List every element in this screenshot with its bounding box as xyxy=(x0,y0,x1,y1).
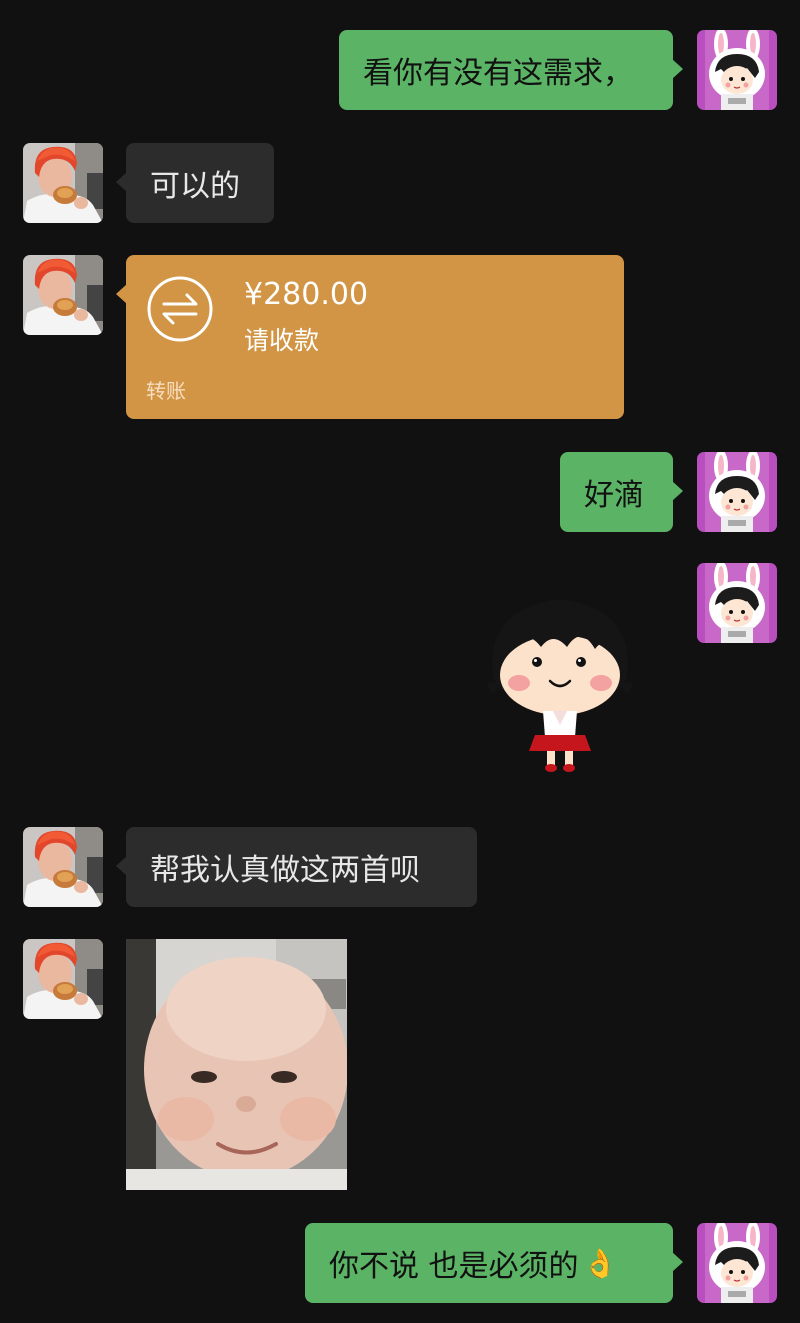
message-text: 好滴 xyxy=(584,478,644,513)
baby-face-image[interactable] xyxy=(126,939,347,1190)
maruko-girl-sticker[interactable] xyxy=(483,585,637,775)
contact-avatar[interactable] xyxy=(23,827,103,907)
message-bubble-incoming[interactable]: 可以的 xyxy=(116,143,274,223)
message-bubble-outgoing[interactable]: 好滴 xyxy=(560,452,683,532)
my-avatar[interactable] xyxy=(697,563,777,643)
contact-avatar[interactable] xyxy=(23,255,103,335)
message-text: 帮我认真做这两首呗 xyxy=(150,853,420,888)
transfer-status: 请收款 xyxy=(244,326,320,355)
ok-hand-emoji: 👌 xyxy=(582,1246,618,1280)
message-text: 可以的 xyxy=(150,169,240,204)
transfer-arrows-icon xyxy=(147,276,213,342)
money-transfer-card[interactable]: ¥280.00 请收款 转账 xyxy=(116,255,624,419)
message-bubble-incoming[interactable]: 帮我认真做这两首呗 xyxy=(116,827,477,907)
message-text: 你不说 也是必须的 xyxy=(329,1249,579,1284)
message-text: 看你有没有这需求， xyxy=(363,56,633,91)
my-avatar[interactable] xyxy=(697,30,777,110)
transfer-label: 转账 xyxy=(146,379,186,403)
message-bubble-outgoing[interactable]: 你不说 也是必须的 👌 xyxy=(305,1223,683,1303)
contact-avatar[interactable] xyxy=(23,143,103,223)
my-avatar[interactable] xyxy=(697,452,777,532)
transfer-amount: ¥280.00 xyxy=(244,277,369,312)
my-avatar[interactable] xyxy=(697,1223,777,1303)
contact-avatar[interactable] xyxy=(23,939,103,1019)
message-bubble-outgoing[interactable]: 看你有没有这需求， xyxy=(339,30,683,110)
